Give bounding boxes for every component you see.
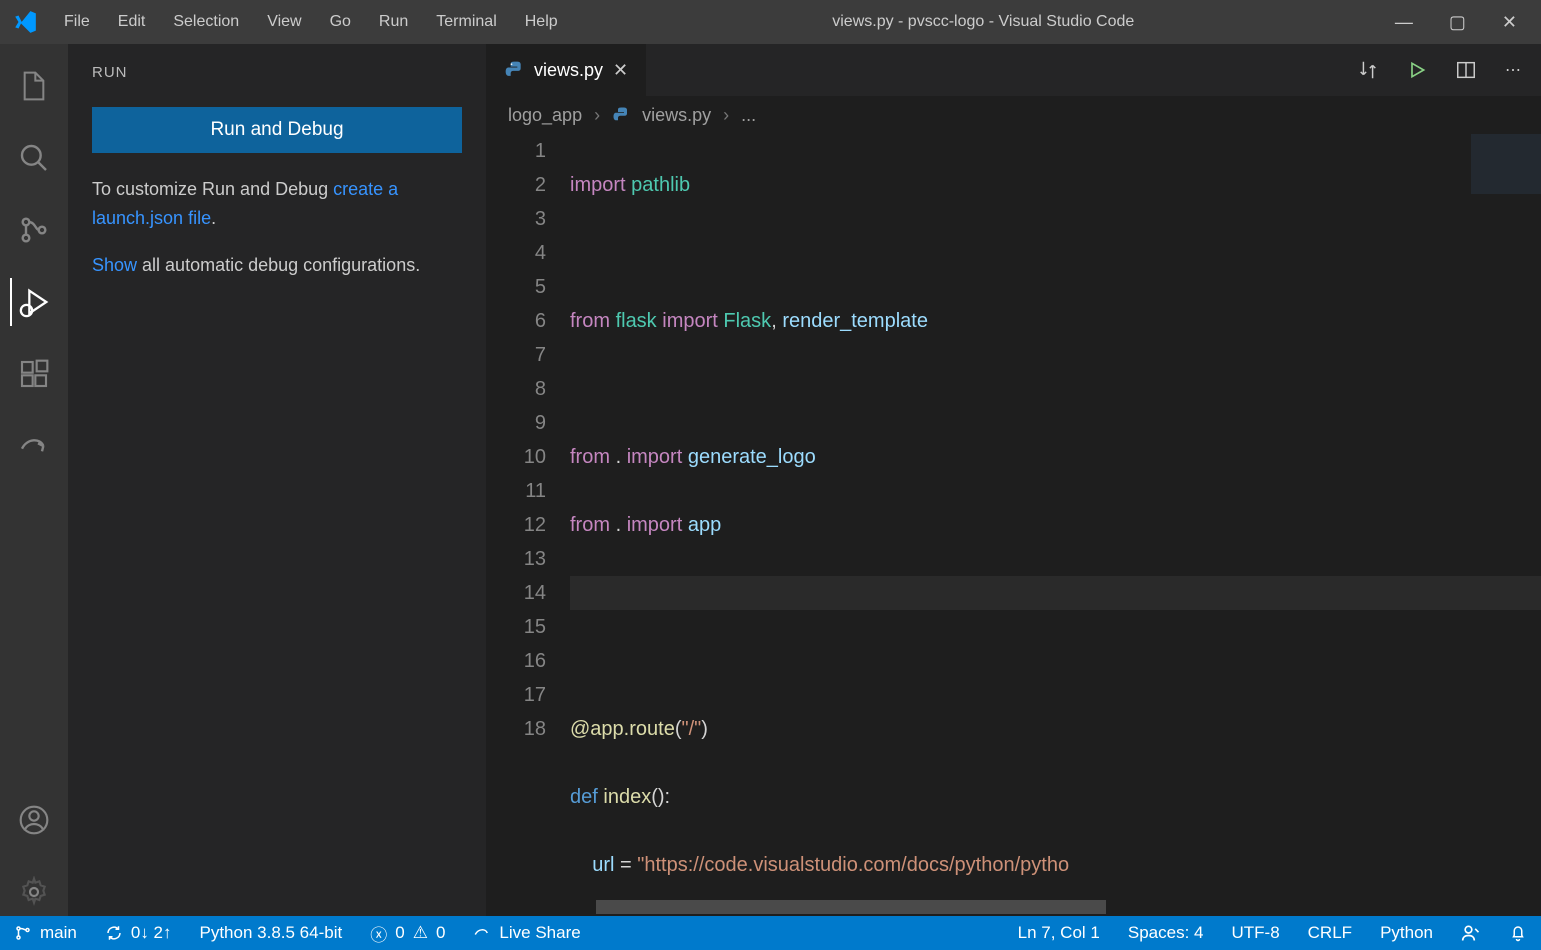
run-sidebar: RUN Run and Debug To customize Run and D… bbox=[68, 44, 486, 916]
menu-selection[interactable]: Selection bbox=[159, 13, 253, 31]
horizontal-scrollbar[interactable] bbox=[486, 898, 1541, 916]
split-editor-icon[interactable] bbox=[1455, 59, 1477, 81]
status-python[interactable]: Python 3.8.5 64-bit bbox=[186, 916, 357, 950]
menu-go[interactable]: Go bbox=[316, 13, 365, 31]
status-problems[interactable]: ⓧ0 ⚠0 bbox=[356, 916, 459, 950]
status-spaces[interactable]: Spaces: 4 bbox=[1114, 916, 1218, 950]
sidebar-header: RUN bbox=[92, 64, 462, 81]
breadcrumb[interactable]: logo_app › views.py › ... bbox=[486, 96, 1541, 134]
editor-actions: ⋯ bbox=[1357, 44, 1541, 96]
tab-views-py[interactable]: views.py ✕ bbox=[486, 44, 646, 96]
liveshare-icon bbox=[473, 924, 491, 942]
show-configs-link[interactable]: Show bbox=[92, 255, 137, 275]
line-gutter: 123456789101112131415161718 bbox=[486, 134, 570, 898]
source-control-icon[interactable] bbox=[10, 206, 58, 254]
branch-icon bbox=[14, 924, 32, 942]
status-bell-icon[interactable] bbox=[1495, 916, 1541, 950]
warning-icon: ⚠ bbox=[413, 923, 428, 943]
compare-changes-icon[interactable] bbox=[1357, 59, 1379, 81]
python-file-icon bbox=[612, 106, 630, 124]
maximize-icon[interactable]: ▢ bbox=[1449, 12, 1466, 33]
status-cursor-pos[interactable]: Ln 7, Col 1 bbox=[1004, 916, 1114, 950]
python-file-icon bbox=[504, 60, 524, 80]
window-title: views.py - pvscc-logo - Visual Studio Co… bbox=[572, 13, 1395, 31]
tab-close-icon[interactable]: ✕ bbox=[613, 60, 628, 81]
menu-help[interactable]: Help bbox=[511, 13, 572, 31]
code-content[interactable]: import pathlib from flask import Flask, … bbox=[570, 134, 1541, 898]
sidebar-hint-1: To customize Run and Debug create a laun… bbox=[92, 175, 462, 233]
menu-run[interactable]: Run bbox=[365, 13, 422, 31]
more-actions-icon[interactable]: ⋯ bbox=[1505, 60, 1521, 80]
window-controls: — ▢ ✕ bbox=[1395, 12, 1541, 33]
title-bar: File Edit Selection View Go Run Terminal… bbox=[0, 0, 1541, 44]
search-icon[interactable] bbox=[10, 134, 58, 182]
editor-area: views.py ✕ ⋯ logo_app › views.py › ... 1… bbox=[486, 44, 1541, 916]
breadcrumb-more[interactable]: ... bbox=[741, 105, 756, 126]
status-language[interactable]: Python bbox=[1366, 916, 1447, 950]
sidebar-hint-2: Show all automatic debug configurations. bbox=[92, 251, 462, 280]
close-icon[interactable]: ✕ bbox=[1502, 12, 1517, 33]
account-icon[interactable] bbox=[10, 796, 58, 844]
editor-tabs: views.py ✕ ⋯ bbox=[486, 44, 1541, 96]
vscode-logo-icon bbox=[0, 9, 50, 35]
minimap[interactable] bbox=[1471, 134, 1541, 334]
tab-label: views.py bbox=[534, 60, 603, 81]
minimize-icon[interactable]: — bbox=[1395, 12, 1413, 33]
menu-bar: File Edit Selection View Go Run Terminal… bbox=[50, 13, 572, 31]
code-editor[interactable]: 123456789101112131415161718 import pathl… bbox=[486, 134, 1541, 898]
status-eol[interactable]: CRLF bbox=[1294, 916, 1366, 950]
menu-edit[interactable]: Edit bbox=[104, 13, 160, 31]
scrollbar-thumb[interactable] bbox=[596, 900, 1106, 914]
breadcrumb-folder[interactable]: logo_app bbox=[508, 105, 582, 126]
status-branch[interactable]: main bbox=[0, 916, 91, 950]
status-liveshare[interactable]: Live Share bbox=[459, 916, 594, 950]
run-file-icon[interactable] bbox=[1407, 60, 1427, 80]
status-feedback-icon[interactable] bbox=[1447, 916, 1495, 950]
run-debug-icon[interactable] bbox=[10, 278, 58, 326]
share-icon[interactable] bbox=[10, 422, 58, 470]
menu-file[interactable]: File bbox=[50, 13, 104, 31]
menu-terminal[interactable]: Terminal bbox=[422, 13, 510, 31]
menu-view[interactable]: View bbox=[253, 13, 315, 31]
run-and-debug-button[interactable]: Run and Debug bbox=[92, 107, 462, 153]
explorer-icon[interactable] bbox=[10, 62, 58, 110]
status-encoding[interactable]: UTF-8 bbox=[1217, 916, 1293, 950]
breadcrumb-file[interactable]: views.py bbox=[642, 105, 711, 126]
sync-icon bbox=[105, 924, 123, 942]
settings-gear-icon[interactable] bbox=[10, 868, 58, 916]
activity-bar bbox=[0, 44, 68, 916]
extensions-icon[interactable] bbox=[10, 350, 58, 398]
status-sync[interactable]: 0↓ 2↑ bbox=[91, 916, 186, 950]
chevron-right-icon: › bbox=[594, 105, 600, 126]
status-bar: main 0↓ 2↑ Python 3.8.5 64-bit ⓧ0 ⚠0 Liv… bbox=[0, 916, 1541, 950]
chevron-right-icon: › bbox=[723, 105, 729, 126]
error-icon: ⓧ bbox=[370, 921, 387, 946]
